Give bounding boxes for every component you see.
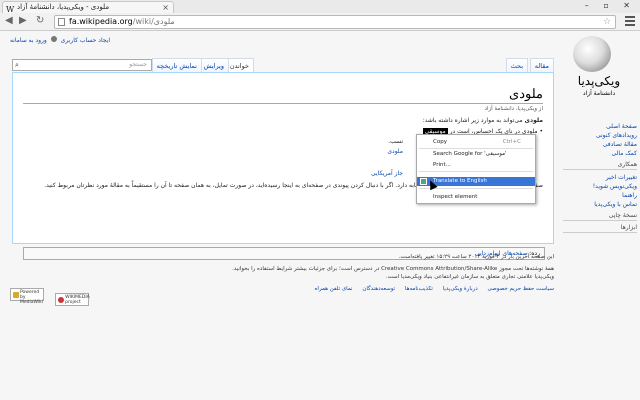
logo-tagline: دانشنامهٔ آزاد [582,90,616,97]
footer-last-modified: این صفحه آخرین بار در ۳ فوریهٔ ۲۰۱۳ ساعت… [398,254,554,260]
menu-separator [419,148,533,149]
disambig-text-2: تا آن را مستقیماً به مقالهٔ مورد نظرتان … [44,182,173,189]
copy-shortcut: Ctrl+C [502,139,521,145]
footer-trademark: ویکی‌پدیا علامتی تجاری متعلق به سازمان غ… [385,274,554,280]
site-sub: از ویکی‌پدیا، دانشنامهٔ آزاد [484,106,543,112]
wiki-page: ایجاد حساب کاربری ورود به سامانه ویکی‌پد… [0,32,640,400]
tab-talk[interactable]: بحث [505,58,528,72]
wikimedia-badge[interactable]: WIKIMEDIA project [55,293,90,306]
wikimedia-badge-text: WIKIMEDIA project [65,295,90,305]
reload-icon[interactable]: ↻ [36,15,44,26]
menu-icon[interactable] [625,16,635,27]
search-icon[interactable]: ⌕ [15,60,19,70]
copy-label: Copy [433,139,447,145]
window-controls[interactable]: – ▫ ✕ [585,1,636,10]
tab-article[interactable]: مقاله [529,58,554,72]
search-input[interactable]: ⌕ جستجو [12,59,152,71]
sidebar-item-main-page[interactable]: صفحهٔ اصلی [563,122,637,131]
browser-tab[interactable]: W ملودی - ویکی‌پدیا، دانشنامهٔ آزاد × [2,1,174,13]
footer-link-about[interactable]: دربارهٔ ویکی‌پدیا [443,286,478,292]
sidebar-item-join[interactable]: ویکی‌نویس شوید! [563,182,637,191]
page-tabs: مقاله بحث خواندن ویرایش نمایش تاریخچه ⌕ … [12,58,554,72]
context-menu-inspect[interactable]: Inspect element [417,193,535,202]
context-menu-search-google[interactable]: Search Google for 'موسیقی' [417,150,535,159]
page-icon [58,18,65,26]
sidebar-item-contact[interactable]: تماس با ویکی‌پدیا [563,200,637,209]
footer-link-disclaimers[interactable]: تکذیب‌نامه‌ها [405,286,433,292]
context-menu-print[interactable]: Print... [417,161,535,170]
sidebar-item-recent-changes[interactable]: تغییرات اخیر [563,173,637,182]
back-arrow-icon[interactable]: ◀ [5,15,13,26]
personal-tools: ایجاد حساب کاربری ورود به سامانه [10,36,110,44]
browser-window: W ملودی - ویکی‌پدیا، دانشنامهٔ آزاد × – … [0,0,640,400]
sidebar-item-current-events[interactable]: رویدادهای کنونی [563,131,637,140]
sidebar-navigation: صفحهٔ اصلی رویدادهای کنونی مقالهٔ تصادفی… [563,122,637,158]
sidebar-item-random[interactable]: مقالهٔ تصادفی [563,140,637,149]
close-tab-icon[interactable]: × [162,2,169,13]
footer-link-developers[interactable]: توسعه‌دهندگان [362,286,395,292]
mediawiki-icon [13,292,19,298]
sidebar-item-help[interactable]: راهنما [563,191,637,200]
mediawiki-badge[interactable]: Powered by MediaWiki [10,288,44,305]
sidebar-heading-print[interactable]: نسخهٔ چاپی [563,212,637,221]
footer-link-privacy[interactable]: سیاست حفظ حریم خصوصی [488,286,555,292]
list-item-jazz[interactable]: جاز آمریکایی [371,170,403,177]
menu-separator [419,171,533,172]
intro-rest: می‌تواند به موارد زیر اشاره داشته باشد: [422,117,525,124]
menu-separator [419,188,533,189]
sidebar: صفحهٔ اصلی رویدادهای کنونی مقالهٔ تصادفی… [563,122,637,236]
sidebar-item-donate[interactable]: کمک مالی [563,149,637,158]
create-account-link[interactable]: ایجاد حساب کاربری [61,37,110,44]
bookmark-star-icon[interactable]: ☆ [603,16,611,28]
mediawiki-badge-text: Powered by MediaWiki [20,290,43,305]
intro-bold: ملودی [524,117,543,124]
search-placeholder: جستجو [129,61,147,68]
list-item-fragment: نسب. [388,138,403,145]
footer-license: همهٔ نوشته‌ها تحت مجوز Creative Commons … [232,266,554,272]
puzzle-globe-icon [573,36,611,72]
wikipedia-favicon-icon: W [6,5,15,13]
logo-wordmark: ویکی‌پدیا [577,74,621,88]
tab-history[interactable]: نمایش تاریخچه [151,58,202,72]
tab-strip: W ملودی - ویکی‌پدیا، دانشنامهٔ آزاد × – … [0,0,640,13]
tab-read[interactable]: خواندن [224,58,254,72]
tab-title: ملودی - ویکی‌پدیا، دانشنامهٔ آزاد [17,3,110,11]
footer-badges: Powered by MediaWiki WIKIMEDIA project [10,288,95,307]
forward-arrow-icon[interactable]: ▶ [19,15,27,26]
translate-label: Translate to English [433,178,487,184]
context-menu-copy[interactable]: Copy Ctrl+C [417,138,535,147]
tab-edit[interactable]: ویرایش [198,58,229,72]
wikimedia-icon [58,297,65,303]
sidebar-heading-interaction[interactable]: همکاری [563,161,637,170]
login-link[interactable]: ورود به سامانه [10,37,47,44]
url-path: /wiki/ملودی [132,17,175,26]
context-menu: Copy Ctrl+C Search Google for 'موسیقی' P… [416,134,536,204]
intro-text: ملودی می‌تواند به موارد زیر اشاره داشته … [423,117,543,124]
user-icon [50,36,57,42]
url-host: fa.wikipedia.org [69,17,133,26]
sidebar-interaction: تغییرات اخیر ویکی‌نویس شوید! راهنما تماس… [563,173,637,209]
list-item-melody[interactable]: ملودی [387,148,403,155]
address-bar[interactable]: fa.wikipedia.org/wiki/ملودی ☆ [54,15,616,29]
browser-toolbar: ◀ ▶ ↻ fa.wikipedia.org/wiki/ملودی ☆ [0,13,640,31]
page-title: ملودی [23,87,543,104]
sidebar-heading-tools[interactable]: ابزارها [563,224,637,233]
footer-link-mobile[interactable]: نمای تلفن همراه [315,286,353,292]
